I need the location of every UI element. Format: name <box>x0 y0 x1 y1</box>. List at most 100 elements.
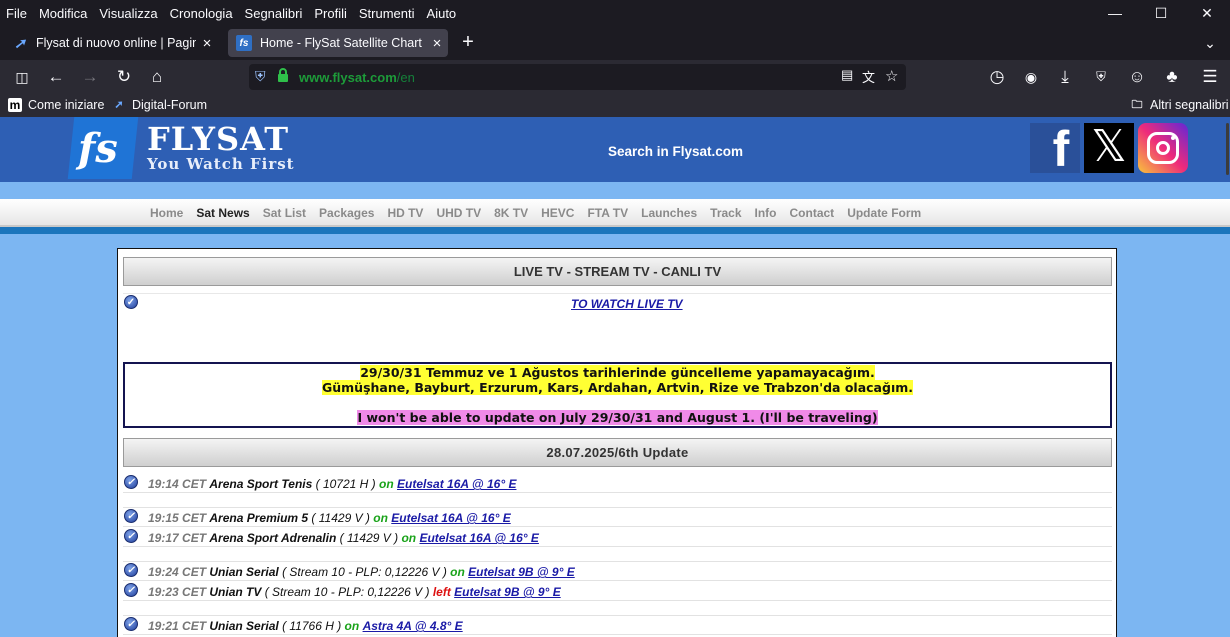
nav-packages[interactable]: Packages <box>319 206 374 220</box>
watch-live-link[interactable]: TO WATCH LIVE TV <box>571 297 683 311</box>
satellite-link[interactable]: Astra 4A @ 4.8° E <box>363 619 463 633</box>
home-icon[interactable]: ⌂ <box>145 65 169 89</box>
notice-line-2: Gümüşhane, Bayburt, Erzurum, Kars, Ardah… <box>321 380 913 395</box>
update-row: ✓ 19:14 CET Arena Sport Tenis ( 10721 H … <box>123 474 1112 493</box>
reader-view-icon[interactable]: ▤ <box>841 67 853 83</box>
update-row: ✓ 19:21 CET Unian Serial ( 11766 H ) on … <box>123 616 1112 635</box>
menu-cronologia[interactable]: Cronologia <box>170 6 233 21</box>
minimize-button[interactable]: — <box>1092 0 1138 26</box>
menu-file[interactable]: File <box>6 6 27 21</box>
close-tab-icon[interactable]: × <box>196 35 218 52</box>
check-icon: ✓ <box>124 583 138 597</box>
check-icon: ✓ <box>124 617 138 631</box>
bookmark-star-icon[interactable]: ☆ <box>885 67 898 85</box>
page-scrollbar[interactable] <box>1226 123 1229 175</box>
lock-icon[interactable] <box>277 68 289 82</box>
bookmark-come-iniziare[interactable]: m Come iniziare <box>8 98 104 112</box>
tab-flysat-forum[interactable]: ➚ Flysat di nuovo online | Pagina 4 × <box>4 29 218 57</box>
brand-tagline: You Watch First <box>147 155 295 173</box>
menu-segnalibri[interactable]: Segnalibri <box>245 6 303 21</box>
nav-sat-news[interactable]: Sat News <box>196 206 249 220</box>
bookmark-digital-forum[interactable]: ➚ Digital-Forum <box>112 98 207 112</box>
travel-notice: 29/30/31 Temmuz ve 1 Ağustos tarihlerind… <box>123 362 1112 428</box>
menu-strumenti[interactable]: Strumenti <box>359 6 415 21</box>
sidebar-icon[interactable]: ◫ <box>10 65 34 89</box>
menu-hamburger-icon[interactable]: ☰ <box>1198 65 1222 89</box>
check-icon: ✓ <box>124 295 138 309</box>
site-nav: Home Sat News Sat List Packages HD TV UH… <box>0 199 1230 227</box>
update-header: 28.07.2025/6th Update <box>123 438 1112 467</box>
tracking-protection-icon[interactable]: ⛨ <box>255 68 266 85</box>
tab-title: Home - FlySat Satellite Chart <box>260 36 422 50</box>
check-icon: ✓ <box>124 529 138 543</box>
folder-icon: 🗀 <box>1131 99 1143 111</box>
nav-8k-tv[interactable]: 8K TV <box>494 206 528 220</box>
site-logo[interactable]: fs <box>78 127 118 171</box>
update-row: ✓ 19:17 CET Arena Sport Adrenalin ( 1142… <box>123 528 1112 547</box>
screenshot-icon[interactable]: ◉ <box>1019 65 1043 89</box>
flysat-favicon-icon: fs <box>236 35 252 51</box>
facebook-icon[interactable]: f <box>1030 121 1080 177</box>
menu-modifica[interactable]: Modifica <box>39 6 87 21</box>
nav-hd-tv[interactable]: HD TV <box>387 206 423 220</box>
nav-hevc[interactable]: HEVC <box>541 206 574 220</box>
close-tab-icon[interactable]: × <box>426 35 448 52</box>
tab-flysat-home[interactable]: fs Home - FlySat Satellite Chart × <box>228 29 448 57</box>
menu-bar: File Modifica Visualizza Cronologia Segn… <box>0 0 1230 26</box>
satellite-link[interactable]: Eutelsat 16A @ 16° E <box>391 511 510 525</box>
back-icon[interactable]: ← <box>44 65 68 89</box>
nav-fta-tv[interactable]: FTA TV <box>587 206 628 220</box>
new-tab-button[interactable]: + <box>456 31 480 55</box>
account-icon[interactable]: ☺ <box>1125 65 1149 89</box>
translate-icon[interactable]: 文 <box>862 67 875 86</box>
extensions-icon[interactable]: ♣ <box>1160 65 1184 89</box>
notice-line-1: 29/30/31 Temmuz ve 1 Ağustos tarihlerind… <box>360 365 875 380</box>
forum-favicon-icon: ➚ <box>14 34 26 51</box>
moz-icon: m <box>8 98 22 112</box>
close-window-button[interactable]: ✕ <box>1184 0 1230 26</box>
forum-icon: ➚ <box>114 99 124 111</box>
nav-update-form[interactable]: Update Form <box>847 206 921 220</box>
update-row: ✓ 19:15 CET Arena Premium 5 ( 11429 V ) … <box>123 508 1112 527</box>
x-icon[interactable]: 𝕏 <box>1084 121 1134 173</box>
history-icon[interactable]: ◷ <box>985 65 1009 89</box>
address-bar[interactable]: ⛨ www.flysat.com/en ▤ 文 ☆ <box>249 64 906 90</box>
reload-icon[interactable]: ↻ <box>112 65 136 89</box>
ublock-icon[interactable]: ⛨ <box>1089 65 1113 89</box>
menu-profili[interactable]: Profili <box>314 6 347 21</box>
nav-track[interactable]: Track <box>710 206 741 220</box>
menu-aiuto[interactable]: Aiuto <box>427 6 457 21</box>
row-spacer <box>123 547 1112 562</box>
tab-list-chevron-icon[interactable]: ⌄ <box>1198 31 1222 55</box>
row-spacer <box>123 493 1112 508</box>
satellite-link[interactable]: Eutelsat 16A @ 16° E <box>419 531 538 545</box>
brand-title[interactable]: FLYSAT <box>147 120 289 158</box>
nav-uhd-tv[interactable]: UHD TV <box>436 206 481 220</box>
check-icon: ✓ <box>124 509 138 523</box>
url-text[interactable]: www.flysat.com/en <box>299 70 415 85</box>
bookmarks-toolbar: m Come iniziare ➚ Digital-Forum 🗀 Altri … <box>0 94 1230 117</box>
other-bookmarks[interactable]: 🗀 Altri segnalibri <box>1130 98 1229 112</box>
nav-divider <box>0 227 1230 234</box>
satellite-link[interactable]: Eutelsat 16A @ 16° E <box>397 477 516 491</box>
update-row: ✓ 19:24 CET Unian Serial ( Stream 10 - P… <box>123 562 1112 581</box>
maximize-button[interactable]: ☐ <box>1138 0 1184 26</box>
menu-visualizza[interactable]: Visualizza <box>99 6 157 21</box>
downloads-icon[interactable]: ⤓ <box>1053 65 1077 89</box>
satellite-link[interactable]: Eutelsat 9B @ 9° E <box>468 565 575 579</box>
nav-info[interactable]: Info <box>755 206 777 220</box>
watch-live-row: ✓ TO WATCH LIVE TV <box>123 293 1112 313</box>
satellite-link[interactable]: Eutelsat 9B @ 9° E <box>454 585 561 599</box>
forward-icon[interactable]: → <box>78 65 102 89</box>
notice-line-3: I won't be able to update on July 29/30/… <box>357 410 878 425</box>
nav-sat-list[interactable]: Sat List <box>263 206 306 220</box>
site-header: fs FLYSAT You Watch First Search in Flys… <box>0 117 1230 182</box>
live-tv-header: LIVE TV - STREAM TV - CANLI TV <box>123 257 1112 286</box>
tab-bar: ➚ Flysat di nuovo online | Pagina 4 × fs… <box>0 26 1230 60</box>
nav-home[interactable]: Home <box>150 206 183 220</box>
nav-launches[interactable]: Launches <box>641 206 697 220</box>
instagram-icon[interactable] <box>1138 123 1188 173</box>
web-page: fs FLYSAT You Watch First Search in Flys… <box>0 117 1230 637</box>
nav-contact[interactable]: Contact <box>790 206 835 220</box>
site-search-link[interactable]: Search in Flysat.com <box>608 144 743 159</box>
